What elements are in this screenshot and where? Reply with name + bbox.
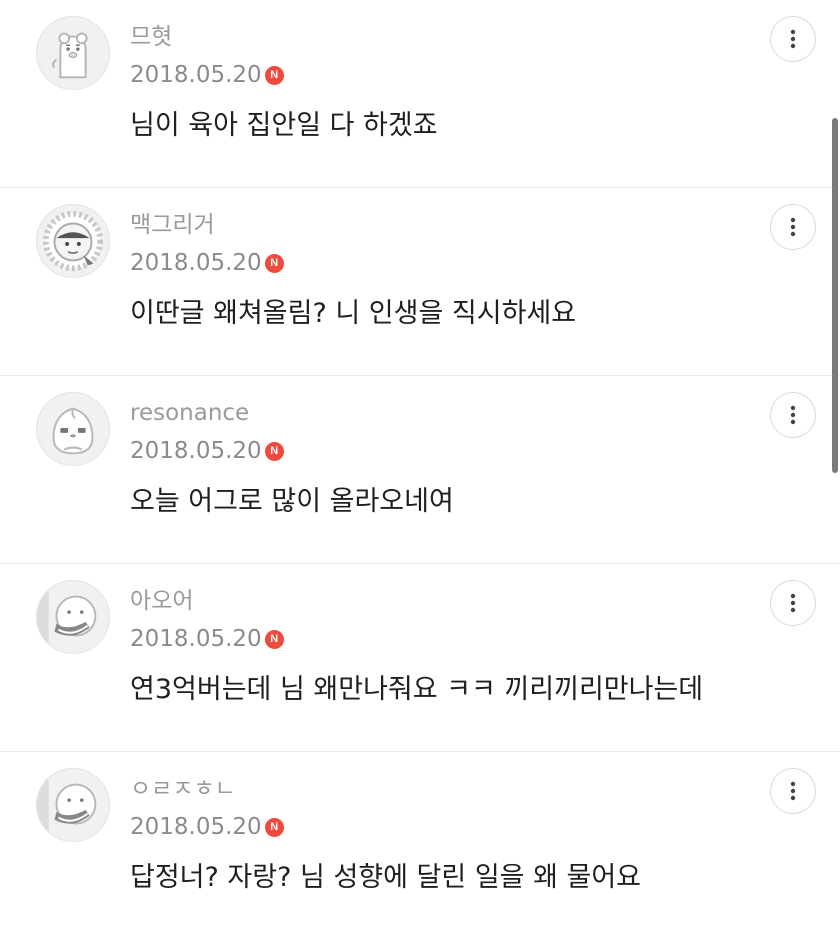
author-nickname[interactable]: 맥그리거 [130, 210, 215, 240]
date-row: 2018.05.20 N [130, 624, 284, 654]
apeach-hand-icon[interactable] [36, 580, 110, 654]
author-nickname[interactable]: resonance [130, 398, 249, 428]
more-options-button[interactable] [770, 768, 816, 814]
comment-text: 이딴글 왜쳐올림? 니 인생을 직시하세요 [130, 298, 577, 329]
new-badge: N [264, 253, 284, 273]
more-options-button[interactable] [770, 392, 816, 438]
comment-item: 므혓 2018.05.20 N 님이 육아 집안일 다 하겠죠 [0, 0, 840, 188]
comment-list: 므혓 2018.05.20 N 님이 육아 집안일 다 하겠죠 맥그리거 201… [0, 0, 840, 921]
date-row: 2018.05.20 N [130, 436, 284, 466]
comment-item: resonance 2018.05.20 N 오늘 어그로 많이 올라오네여 [0, 376, 840, 564]
comment-date: 2018.05.20 [130, 438, 262, 464]
new-badge: N [264, 629, 284, 649]
comment-text: 님이 육아 집안일 다 하겠죠 [130, 110, 438, 141]
scrollbar[interactable] [832, 118, 838, 473]
comment-date: 2018.05.20 [130, 62, 262, 88]
more-options-button[interactable] [770, 580, 816, 626]
date-row: 2018.05.20 N [130, 812, 284, 842]
new-badge: N [264, 65, 284, 85]
apeach-character-icon[interactable] [36, 392, 110, 466]
comment-text: 답정너? 자랑? 님 성향에 달린 일을 왜 물어요 [130, 862, 642, 893]
comment-text: 연3억버는데 님 왜만나줘요 ㅋㅋ 끼리끼리만나는데 [130, 674, 704, 705]
comment-item: ㅇㄹㅈㅎㄴ 2018.05.20 N 답정너? 자랑? 님 성향에 달린 일을 … [0, 752, 840, 940]
comment-date: 2018.05.20 [130, 626, 262, 652]
ryan-character-icon[interactable] [36, 16, 110, 90]
more-vertical-icon [790, 593, 796, 613]
comment-date: 2018.05.20 [130, 814, 262, 840]
author-nickname[interactable]: 므혓 [130, 22, 172, 52]
more-vertical-icon [790, 217, 796, 237]
more-vertical-icon [790, 29, 796, 49]
date-row: 2018.05.20 N [130, 60, 284, 90]
more-vertical-icon [790, 405, 796, 425]
new-badge: N [264, 441, 284, 461]
date-row: 2018.05.20 N [130, 248, 284, 278]
author-nickname[interactable]: ㅇㄹㅈㅎㄴ [130, 774, 236, 804]
comment-item: 맥그리거 2018.05.20 N 이딴글 왜쳐올림? 니 인생을 직시하세요 [0, 188, 840, 376]
more-options-button[interactable] [770, 16, 816, 62]
more-vertical-icon [790, 781, 796, 801]
scrollbar-thumb[interactable] [832, 118, 838, 473]
more-options-button[interactable] [770, 204, 816, 250]
comment-text: 오늘 어그로 많이 올라오네여 [130, 486, 454, 517]
apeach-hand-icon[interactable] [36, 768, 110, 842]
new-badge: N [264, 817, 284, 837]
comment-date: 2018.05.20 [130, 250, 262, 276]
author-nickname[interactable]: 아오어 [130, 586, 193, 616]
frodo-character-icon[interactable] [36, 204, 110, 278]
comment-item: 아오어 2018.05.20 N 연3억버는데 님 왜만나줘요 ㅋㅋ 끼리끼리만… [0, 564, 840, 752]
